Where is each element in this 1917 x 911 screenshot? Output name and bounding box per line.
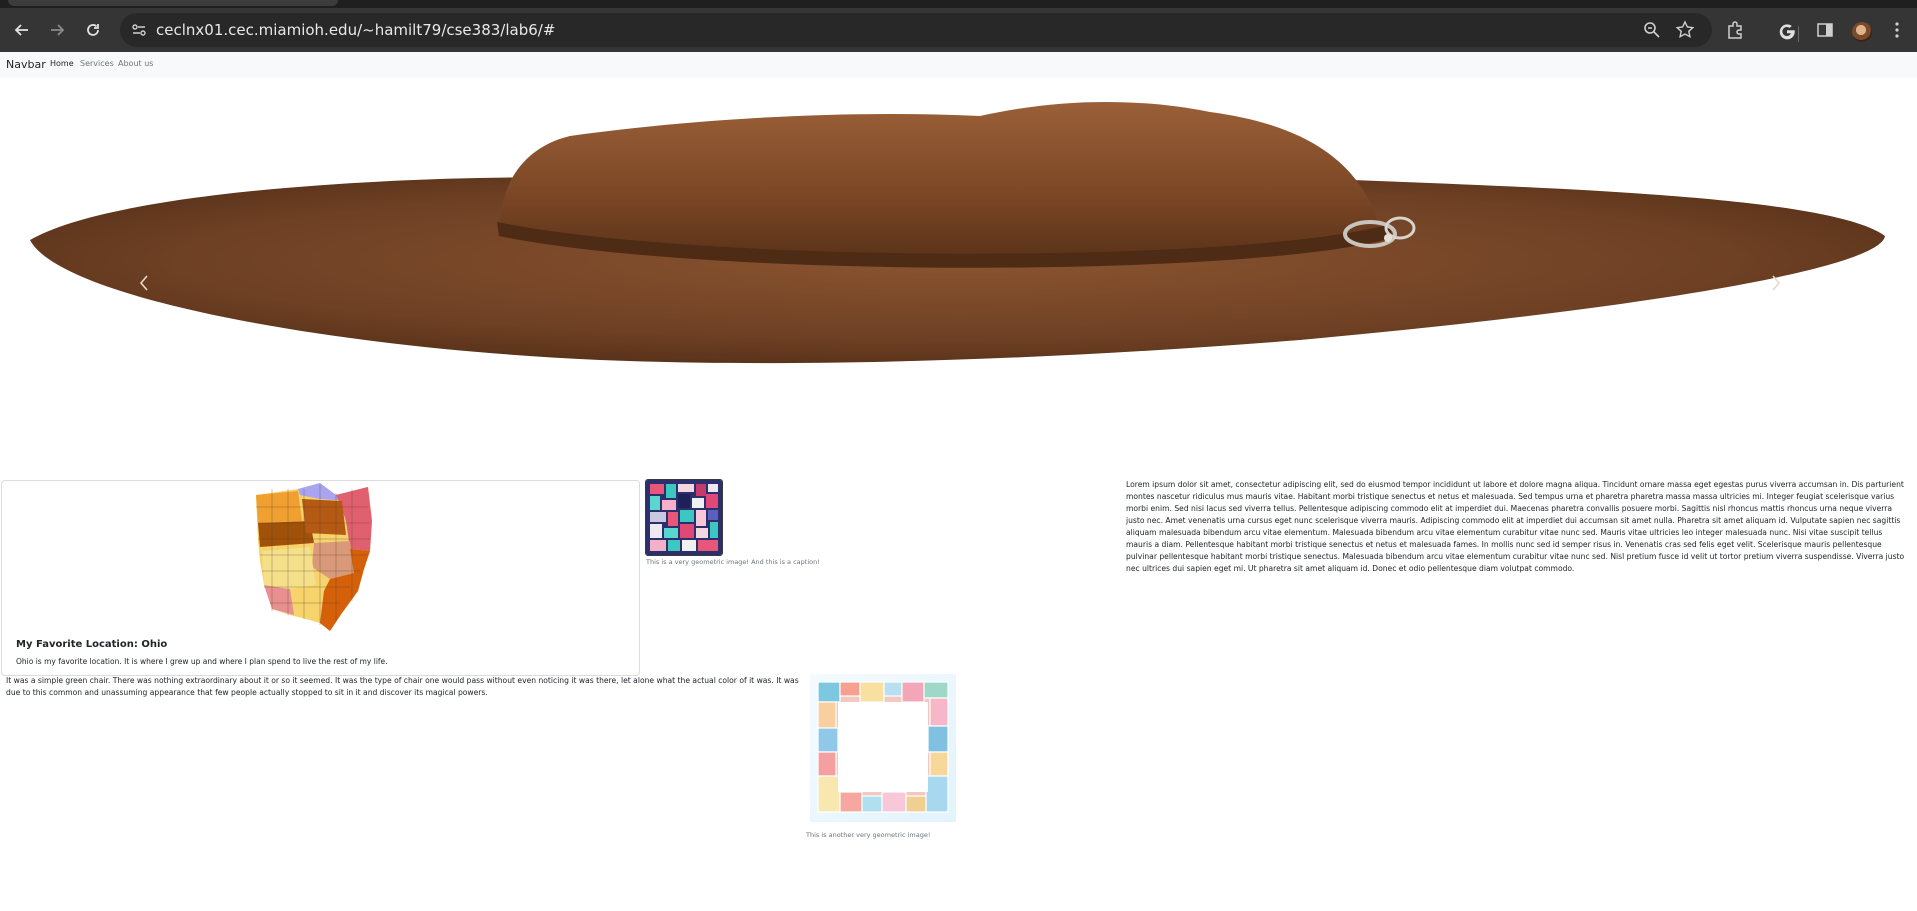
- zoom-icon[interactable]: [1642, 20, 1662, 40]
- hat-image: [30, 101, 1885, 364]
- lorem-paragraph: Lorem ipsum dolor sit amet, consectetur …: [1126, 480, 1905, 573]
- url-text[interactable]: ceclnx01.cec.miamioh.edu/~hamilt79/cse38…: [156, 13, 555, 47]
- nav-link-about-us[interactable]: About us: [118, 59, 153, 68]
- image-carousel: [0, 78, 1917, 476]
- carousel-next-button[interactable]: [1766, 268, 1786, 298]
- active-tab[interactable]: [8, 0, 338, 6]
- navbar: Navbar Home Services About us: [0, 52, 1917, 78]
- card-title: My Favorite Location: Ohio: [16, 639, 168, 650]
- side-panel-icon[interactable]: [1815, 20, 1835, 40]
- navbar-brand[interactable]: Navbar: [6, 58, 46, 71]
- google-icon[interactable]: [1777, 20, 1797, 40]
- back-icon[interactable]: [8, 16, 36, 44]
- profile-avatar[interactable]: [1852, 22, 1872, 42]
- page-content: Navbar Home Services About us My Favorit…: [0, 52, 1917, 911]
- figure-1-caption: This is a very geometric image! And this…: [646, 558, 820, 566]
- browser-tabstrip: [0, 0, 1917, 8]
- bookmark-star-icon[interactable]: [1675, 20, 1695, 40]
- nav-link-home[interactable]: Home: [50, 59, 74, 68]
- nav-link-services[interactable]: Services: [80, 59, 114, 68]
- reload-icon[interactable]: [79, 16, 107, 44]
- toolbar-divider: [1798, 26, 1799, 42]
- site-info-icon[interactable]: [130, 21, 148, 39]
- chevron-left-icon: [139, 275, 148, 291]
- forward-icon[interactable]: [43, 16, 71, 44]
- extensions-icon[interactable]: [1725, 20, 1745, 40]
- geometric-image-1: [645, 479, 723, 556]
- figure-2-caption: This is another very geometric image!: [806, 831, 931, 839]
- ohio-map-image: [256, 483, 372, 631]
- chevron-right-icon: [1772, 275, 1781, 291]
- card-text: Ohio is my favorite location. It is wher…: [16, 657, 388, 666]
- address-bar[interactable]: ceclnx01.cec.miamioh.edu/~hamilt79/cse38…: [120, 13, 1712, 47]
- menu-icon[interactable]: [1887, 20, 1907, 40]
- geometric-frame-image: [810, 674, 956, 822]
- browser-toolbar: ceclnx01.cec.miamioh.edu/~hamilt79/cse38…: [0, 8, 1917, 52]
- location-card: My Favorite Location: Ohio Ohio is my fa…: [1, 480, 640, 676]
- chair-paragraph: It was a simple green chair. There was n…: [6, 676, 799, 697]
- carousel-prev-button[interactable]: [134, 268, 154, 298]
